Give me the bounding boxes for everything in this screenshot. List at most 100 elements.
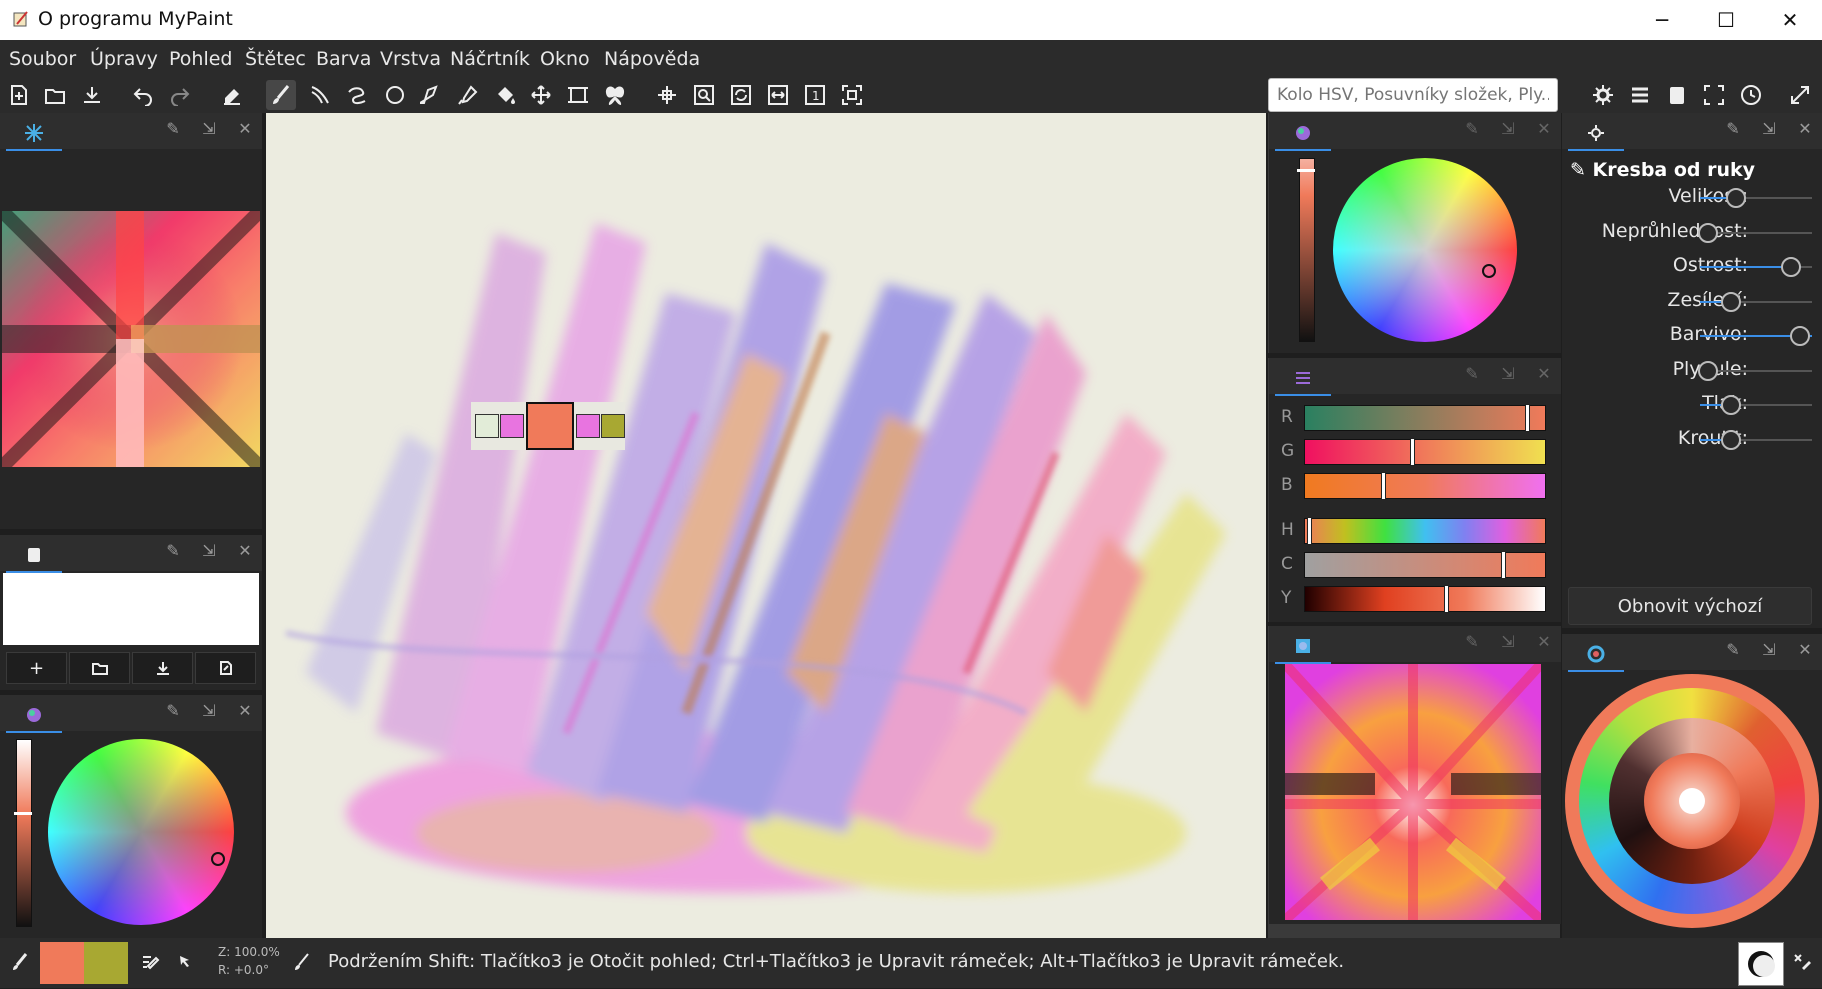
slider-y[interactable]: [1304, 586, 1546, 612]
color-picker-icon[interactable]: [453, 80, 483, 110]
detach-icon[interactable]: ⇲: [200, 541, 218, 560]
edit-brush-icon[interactable]: [140, 952, 160, 972]
minimize-button[interactable]: ─: [1630, 0, 1694, 40]
panel-close-icon[interactable]: ✕: [1535, 119, 1553, 138]
panel-tab[interactable]: [1275, 117, 1331, 151]
panel-close-icon[interactable]: ✕: [236, 541, 254, 560]
previous-color-swatch[interactable]: [84, 942, 128, 984]
slider-g-marker[interactable]: [1410, 438, 1415, 466]
panel-tab[interactable]: [1275, 630, 1331, 664]
hsv-wheel-cursor[interactable]: [211, 852, 225, 866]
panel-close-icon[interactable]: ✕: [236, 119, 254, 138]
frame-icon[interactable]: [563, 80, 593, 110]
slider-h-marker[interactable]: [1306, 517, 1312, 545]
panel-close-icon[interactable]: ✕: [1796, 640, 1814, 659]
panel-search-input[interactable]: [1268, 78, 1558, 112]
menu-okno[interactable]: Okno: [540, 48, 590, 70]
panel-tab[interactable]: [6, 117, 62, 151]
brush-icon[interactable]: [266, 80, 296, 110]
hsv-wheel[interactable]: [1333, 158, 1517, 342]
eraser-icon[interactable]: [217, 80, 247, 110]
brush-slider-knob[interactable]: [1780, 257, 1801, 277]
rotate-icon[interactable]: [726, 80, 756, 110]
pan-icon[interactable]: [652, 80, 682, 110]
pin-icon[interactable]: ✎: [1724, 640, 1742, 659]
brush-slider-knob[interactable]: [1721, 395, 1741, 415]
brush-slider-knob[interactable]: [1698, 360, 1718, 381]
scratchpad-new-button[interactable]: +: [6, 652, 67, 684]
pin-icon[interactable]: ✎: [1463, 364, 1481, 383]
slider-b-marker[interactable]: [1381, 472, 1387, 500]
pin-icon[interactable]: ✎: [164, 701, 182, 720]
maximize-button[interactable]: ☐: [1694, 0, 1758, 40]
layers-icon[interactable]: [1625, 80, 1655, 110]
panel-close-icon[interactable]: ✕: [1535, 632, 1553, 651]
brush-slider-knob[interactable]: [1790, 326, 1810, 346]
panel-tab[interactable]: [6, 539, 62, 573]
scratchpad-canvas[interactable]: [3, 573, 259, 645]
pin-icon[interactable]: ✎: [164, 541, 182, 560]
menu-barva[interactable]: Barva: [316, 48, 371, 70]
hsv-wheel-cursor[interactable]: [1482, 264, 1496, 278]
history-swatch-1[interactable]: [475, 414, 499, 438]
drawing-canvas[interactable]: [266, 113, 1266, 938]
reset-defaults-button[interactable]: Obnovit výchozí: [1568, 587, 1812, 625]
liquid-color-square[interactable]: [1285, 664, 1541, 920]
panel-resize-handle[interactable]: [1268, 924, 1560, 938]
value-slider[interactable]: [16, 739, 32, 927]
scratchpad-icon[interactable]: [1662, 80, 1692, 110]
slider-y-marker[interactable]: [1443, 585, 1449, 613]
redo-icon[interactable]: [165, 80, 195, 110]
brush-picker-icon[interactable]: [1792, 952, 1812, 972]
history-swatch-2[interactable]: [500, 414, 524, 438]
scratchpad-open-button[interactable]: [69, 652, 130, 684]
brush-slider-knob[interactable]: [1721, 291, 1741, 312]
detach-icon[interactable]: ⇲: [1499, 119, 1517, 138]
value-slider-marker[interactable]: [1297, 169, 1315, 172]
slider-r-marker[interactable]: [1525, 404, 1531, 432]
symmetry-icon[interactable]: [600, 80, 630, 110]
ellipse-icon[interactable]: [380, 80, 410, 110]
scratchpad-export-button[interactable]: [195, 652, 256, 684]
history-swatch-4[interactable]: [576, 414, 600, 438]
pen-icon[interactable]: [416, 80, 446, 110]
menu-upravy[interactable]: Úpravy: [90, 48, 158, 70]
detach-icon[interactable]: ⇲: [1499, 364, 1517, 383]
open-icon[interactable]: [40, 80, 70, 110]
brush-icon[interactable]: [10, 952, 30, 972]
freehand-line-icon[interactable]: [342, 80, 372, 110]
pin-icon[interactable]: ✎: [1724, 119, 1742, 138]
pick-context-icon[interactable]: [176, 952, 196, 972]
undo-icon[interactable]: [128, 80, 158, 110]
value-slider[interactable]: [1299, 158, 1315, 342]
fill-icon[interactable]: [490, 80, 520, 110]
menu-soubor[interactable]: Soubor: [9, 48, 76, 70]
save-icon[interactable]: [77, 80, 107, 110]
menu-pohled[interactable]: Pohled: [169, 48, 232, 70]
pin-icon[interactable]: ✎: [1463, 119, 1481, 138]
close-button[interactable]: ✕: [1758, 0, 1822, 40]
detach-icon[interactable]: ⇲: [1760, 119, 1778, 138]
panel-tab[interactable]: [1568, 638, 1624, 672]
detach-icon[interactable]: ⇲: [1499, 632, 1517, 651]
panel-close-icon[interactable]: ✕: [1796, 119, 1814, 138]
fullscreen-icon[interactable]: [1699, 80, 1729, 110]
settings-icon[interactable]: [1588, 80, 1618, 110]
menu-vrstva[interactable]: Vrstva: [380, 48, 441, 70]
slider-c-marker[interactable]: [1501, 551, 1507, 579]
panel-tab[interactable]: [1275, 362, 1331, 396]
hsv-wheel[interactable]: [48, 739, 234, 925]
slider-r[interactable]: [1304, 405, 1546, 431]
liquid-color-wheel[interactable]: [2, 211, 260, 467]
detach-icon[interactable]: ⇲: [200, 701, 218, 720]
panel-close-icon[interactable]: ✕: [236, 701, 254, 720]
detach-icon[interactable]: ⇲: [1760, 640, 1778, 659]
brush-slider-knob[interactable]: [1725, 188, 1746, 208]
brush-slider-knob[interactable]: [1698, 222, 1718, 243]
slider-h[interactable]: [1304, 518, 1546, 544]
inking-icon[interactable]: [305, 80, 335, 110]
value-slider-marker[interactable]: [14, 812, 32, 815]
expand-icon[interactable]: [1785, 80, 1815, 110]
history-swatch-5[interactable]: [601, 414, 625, 438]
pin-icon[interactable]: ✎: [1463, 632, 1481, 651]
